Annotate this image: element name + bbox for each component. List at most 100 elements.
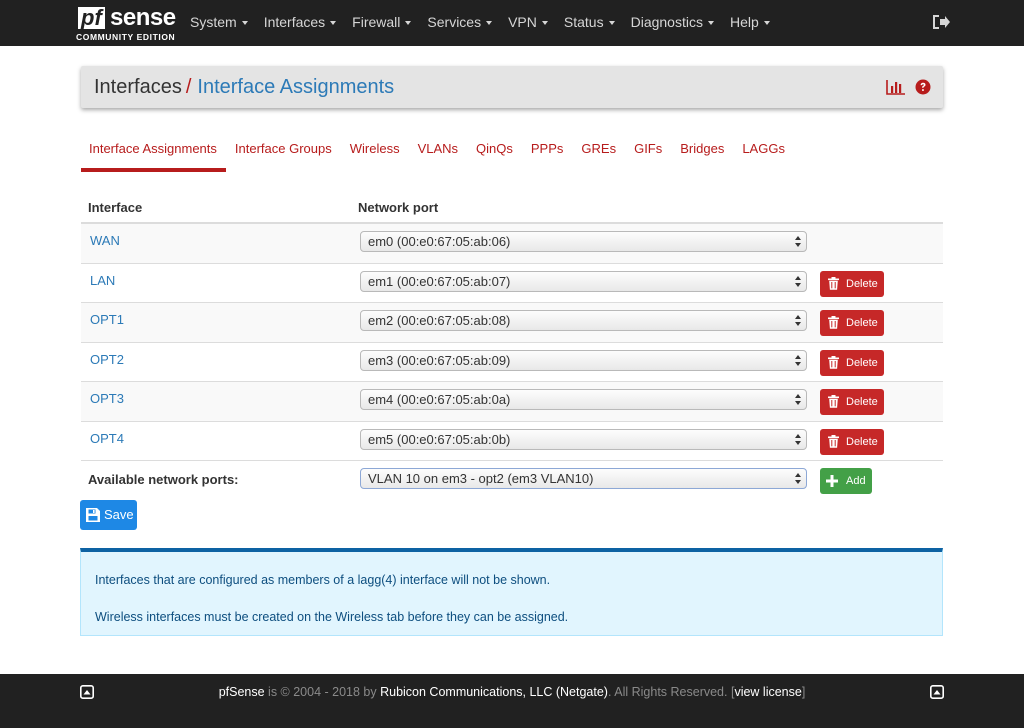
- logo-word: sense: [110, 4, 176, 31]
- select-arrows-icon: [795, 275, 801, 287]
- caret-down-icon: [763, 21, 770, 26]
- trash-icon: [828, 316, 839, 329]
- menu-help[interactable]: Help: [722, 0, 778, 46]
- network-port-select[interactable]: em1 (00:e0:67:05:ab:07): [360, 270, 807, 292]
- column-header-interface: Interface: [88, 200, 143, 215]
- footer-rights: . All Rights Reserved. [: [607, 685, 735, 699]
- table-header: Interface Network port: [81, 190, 943, 224]
- breadcrumb-parent[interactable]: Interfaces: [94, 76, 182, 98]
- select-arrows-icon: [795, 394, 801, 405]
- available-ports-select[interactable]: VLAN 10 on em3 - opt2 (em3 VLAN10): [360, 468, 807, 489]
- tab-gifs[interactable]: GIFs: [625, 138, 671, 172]
- info-alert: Interfaces that are configured as member…: [80, 548, 943, 636]
- tab-interface-assignments[interactable]: Interface Assignments: [81, 138, 226, 172]
- caret-down-icon: [405, 21, 412, 26]
- tab-qinqs[interactable]: QinQs: [467, 138, 522, 172]
- breadcrumb-separator: /: [185, 76, 192, 98]
- info-wireless-note: Wireless interfaces must be created on t…: [95, 610, 569, 624]
- network-port-select[interactable]: em4 (00:e0:67:05:ab:0a): [360, 389, 807, 410]
- footer-company-link[interactable]: Rubicon Communications, LLC (Netgate): [380, 685, 608, 699]
- caret-down-icon: [330, 21, 337, 26]
- interface-link-opt4[interactable]: OPT4: [90, 431, 124, 446]
- caret-down-icon: [608, 21, 615, 26]
- menu-diagnostics[interactable]: Diagnostics: [623, 0, 722, 46]
- info-lagg-note: Interfaces that are configured as member…: [95, 573, 551, 587]
- top-navbar: pf sense COMMUNITY EDITION System Interf…: [0, 0, 1024, 46]
- table-row: OPT2 em3 (00:e0:67:05:ab:09) Delete: [81, 343, 943, 382]
- logo-edition: COMMUNITY EDITION: [76, 32, 176, 42]
- tab-bar: Interface Assignments Interface Groups W…: [81, 138, 794, 172]
- copyright-text: pfSense is © 2004 - 2018 by Rubicon Comm…: [0, 685, 1024, 699]
- floppy-disk-icon: [86, 508, 100, 522]
- select-arrows-icon: [795, 315, 801, 326]
- interface-link-opt2[interactable]: OPT2: [90, 352, 124, 367]
- tab-ppps[interactable]: PPPs: [522, 138, 573, 172]
- interface-link-opt3[interactable]: OPT3: [90, 391, 124, 406]
- footer: pfSense is © 2004 - 2018 by Rubicon Comm…: [0, 674, 1024, 728]
- tab-laggs[interactable]: LAGGs: [733, 138, 794, 172]
- delete-button[interactable]: Delete: [820, 349, 884, 376]
- column-header-network-port: Network port: [358, 200, 439, 215]
- menu-status[interactable]: Status: [556, 0, 623, 46]
- scroll-top-icon[interactable]: [930, 685, 944, 699]
- interface-link-opt1[interactable]: OPT1: [90, 312, 124, 327]
- question-circle-icon[interactable]: [915, 79, 931, 95]
- main-menu: System Interfaces Firewall Services VPN …: [182, 0, 778, 46]
- delete-button[interactable]: Delete: [820, 428, 884, 455]
- table-row: WAN em0 (00:e0:67:05:ab:06): [81, 224, 943, 264]
- tab-interface-groups[interactable]: Interface Groups: [226, 138, 341, 172]
- bar-chart-icon[interactable]: [886, 79, 906, 95]
- trash-icon: [828, 276, 839, 290]
- interface-assignments-table: Interface Network port WAN em0 (00:e0:67…: [81, 190, 943, 499]
- interface-link-wan[interactable]: WAN: [90, 233, 120, 248]
- breadcrumb-panel: Interfaces / Interface Assignments: [81, 66, 943, 108]
- view-license-link[interactable]: view license: [734, 685, 801, 699]
- available-ports-row: Available network ports: VLAN 10 on em3 …: [81, 461, 943, 499]
- tab-bridges[interactable]: Bridges: [671, 138, 733, 172]
- footer-bracket: ]: [801, 685, 806, 699]
- network-port-select[interactable]: em5 (00:e0:67:05:ab:0b): [360, 428, 807, 450]
- menu-interfaces[interactable]: Interfaces: [256, 0, 344, 46]
- tab-vlans[interactable]: VLANs: [409, 138, 467, 172]
- select-arrows-icon: [795, 236, 801, 247]
- network-port-select[interactable]: em3 (00:e0:67:05:ab:09): [360, 349, 807, 371]
- breadcrumb-current[interactable]: Interface Assignments: [197, 76, 394, 98]
- table-row: OPT4 em5 (00:e0:67:05:ab:0b) Delete: [81, 422, 943, 461]
- footer-product: pfSense: [218, 685, 265, 699]
- select-arrows-icon: [795, 473, 801, 484]
- pfsense-logo[interactable]: pf sense COMMUNITY EDITION: [76, 4, 176, 44]
- menu-system[interactable]: System: [182, 0, 256, 46]
- network-port-select[interactable]: em2 (00:e0:67:05:ab:08): [360, 310, 807, 331]
- available-ports-label: Available network ports:: [88, 472, 239, 487]
- caret-down-icon: [541, 21, 548, 26]
- table-body: WAN em0 (00:e0:67:05:ab:06) LAN em1 (00:…: [81, 224, 943, 461]
- breadcrumb: Interfaces / Interface Assignments: [94, 76, 394, 98]
- save-button[interactable]: Save: [80, 500, 137, 530]
- trash-icon: [828, 355, 839, 369]
- menu-vpn[interactable]: VPN: [500, 0, 556, 46]
- delete-button[interactable]: Delete: [820, 389, 884, 415]
- add-button[interactable]: Add: [820, 468, 872, 494]
- plus-icon: [826, 475, 838, 487]
- table-row: OPT1 em2 (00:e0:67:05:ab:08) Delete: [81, 303, 943, 343]
- select-arrows-icon: [795, 354, 801, 366]
- tab-wireless[interactable]: Wireless: [341, 138, 409, 172]
- trash-icon: [828, 395, 839, 408]
- interface-link-lan[interactable]: LAN: [90, 273, 115, 288]
- trash-icon: [828, 434, 839, 448]
- sign-out-icon[interactable]: [932, 14, 950, 30]
- delete-button[interactable]: Delete: [820, 270, 884, 297]
- table-row: LAN em1 (00:e0:67:05:ab:07) Delete: [81, 264, 943, 303]
- caret-down-icon: [707, 21, 714, 26]
- menu-services[interactable]: Services: [419, 0, 500, 46]
- menu-firewall[interactable]: Firewall: [344, 0, 419, 46]
- caret-down-icon: [486, 21, 493, 26]
- tab-gres[interactable]: GREs: [572, 138, 625, 172]
- table-row: OPT3 em4 (00:e0:67:05:ab:0a) Delete: [81, 382, 943, 422]
- delete-button[interactable]: Delete: [820, 310, 884, 336]
- logo-mark: pf: [78, 7, 105, 29]
- footer-is: is © 2004 - 2018 by: [264, 685, 381, 699]
- caret-down-icon: [241, 21, 248, 26]
- network-port-select[interactable]: em0 (00:e0:67:05:ab:06): [360, 231, 807, 252]
- select-arrows-icon: [795, 433, 801, 445]
